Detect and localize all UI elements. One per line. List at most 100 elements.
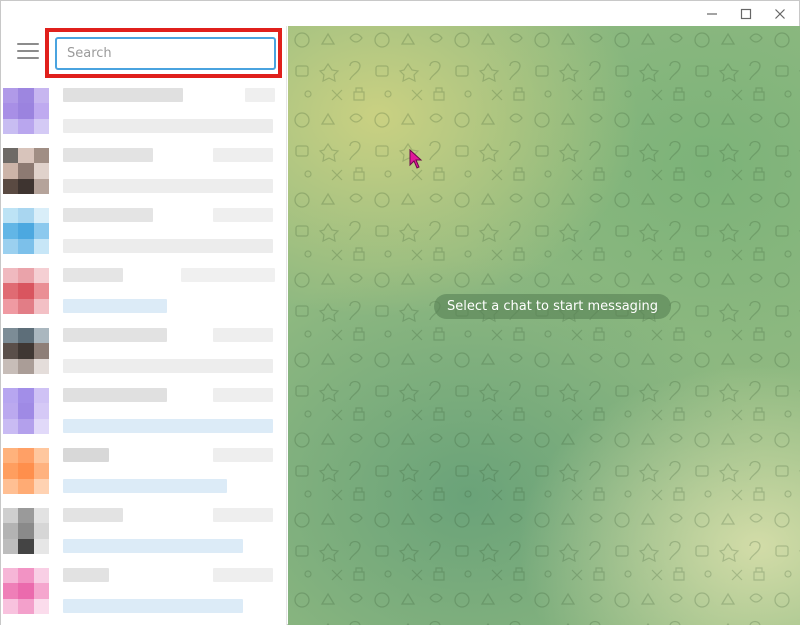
- avatar-pixel: [18, 148, 34, 164]
- redacted-text: [63, 239, 273, 253]
- avatar-pixel: [33, 523, 49, 539]
- avatar-pixel: [18, 538, 34, 554]
- avatar-pixel: [33, 223, 49, 239]
- avatar-pixel: [18, 448, 34, 464]
- avatar-pixel: [18, 103, 34, 119]
- avatar-pixel: [3, 238, 19, 254]
- redacted-text: [63, 208, 153, 222]
- avatar-pixel: [18, 238, 34, 254]
- avatar-pixel: [18, 163, 34, 179]
- redacted-text: [181, 268, 275, 282]
- avatar-pixel: [33, 418, 49, 434]
- avatar-pixel: [18, 118, 34, 134]
- avatar-pixel: [3, 568, 19, 584]
- redacted-text: [63, 448, 109, 462]
- redacted-text: [63, 359, 273, 373]
- avatar-pixel: [18, 568, 34, 584]
- avatar-pixel: [18, 298, 34, 314]
- avatar: [3, 508, 49, 554]
- redacted-text: [63, 299, 167, 313]
- avatar: [3, 328, 49, 374]
- avatar-pixel: [3, 88, 19, 104]
- avatar-pixel: [33, 163, 49, 179]
- avatar-pixel: [33, 403, 49, 419]
- avatar-pixel: [3, 418, 19, 434]
- avatar-pixel: [3, 478, 19, 494]
- avatar-pixel: [33, 598, 49, 614]
- avatar: [3, 208, 49, 254]
- minimize-button[interactable]: [695, 1, 729, 26]
- chat-list-item[interactable]: [1, 266, 286, 326]
- chat-list-item[interactable]: [1, 566, 286, 625]
- avatar-pixel: [33, 208, 49, 224]
- chat-area: Select a chat to start messaging: [288, 26, 800, 625]
- redacted-text: [63, 388, 167, 402]
- maximize-icon: [740, 8, 752, 19]
- redacted-text: [63, 599, 243, 613]
- avatar-pixel: [33, 463, 49, 479]
- chat-list-item[interactable]: [1, 206, 286, 266]
- avatar-pixel: [18, 583, 34, 599]
- redacted-text: [63, 508, 123, 522]
- chat-list-item[interactable]: [1, 326, 286, 386]
- doodle-pattern-background: [288, 26, 800, 625]
- redacted-text: [63, 539, 243, 553]
- avatar-pixel: [33, 508, 49, 524]
- chat-list-item[interactable]: [1, 146, 286, 206]
- chat-list: [1, 86, 286, 625]
- redacted-text: [63, 148, 153, 162]
- avatar-pixel: [18, 283, 34, 299]
- avatar-pixel: [33, 178, 49, 194]
- redacted-text: [213, 508, 273, 522]
- menu-line: [17, 43, 39, 45]
- avatar-pixel: [3, 223, 19, 239]
- avatar-pixel: [3, 343, 19, 359]
- avatar-pixel: [18, 208, 34, 224]
- avatar-pixel: [18, 358, 34, 374]
- chat-sidebar: [1, 26, 287, 625]
- redacted-text: [213, 448, 273, 462]
- avatar-pixel: [18, 328, 34, 344]
- avatar: [3, 148, 49, 194]
- avatar-pixel: [18, 223, 34, 239]
- avatar-pixel: [3, 598, 19, 614]
- redacted-text: [63, 479, 227, 493]
- chat-list-item[interactable]: [1, 386, 286, 446]
- search-input[interactable]: [55, 37, 276, 70]
- chat-list-item[interactable]: [1, 506, 286, 566]
- avatar-pixel: [33, 88, 49, 104]
- maximize-button[interactable]: [729, 1, 763, 26]
- avatar-pixel: [3, 178, 19, 194]
- menu-line: [17, 57, 39, 59]
- avatar: [3, 268, 49, 314]
- avatar-pixel: [18, 388, 34, 404]
- redacted-text: [213, 208, 273, 222]
- redacted-text: [63, 568, 109, 582]
- avatar-pixel: [3, 148, 19, 164]
- chat-list-item[interactable]: [1, 446, 286, 506]
- redacted-text: [63, 328, 167, 342]
- avatar-pixel: [3, 538, 19, 554]
- avatar-pixel: [18, 403, 34, 419]
- avatar-pixel: [3, 463, 19, 479]
- redacted-text: [213, 568, 273, 582]
- hamburger-menu-icon[interactable]: [17, 43, 39, 59]
- avatar-pixel: [3, 358, 19, 374]
- avatar: [3, 568, 49, 614]
- avatar-pixel: [3, 298, 19, 314]
- close-button[interactable]: [763, 1, 797, 26]
- avatar-pixel: [3, 118, 19, 134]
- avatar-pixel: [18, 88, 34, 104]
- avatar-pixel: [3, 103, 19, 119]
- redacted-text: [63, 88, 183, 102]
- avatar-pixel: [18, 178, 34, 194]
- avatar-pixel: [3, 508, 19, 524]
- avatar-pixel: [33, 103, 49, 119]
- avatar-pixel: [3, 268, 19, 284]
- avatar: [3, 88, 49, 134]
- avatar-pixel: [3, 208, 19, 224]
- avatar-pixel: [18, 343, 34, 359]
- avatar-pixel: [3, 328, 19, 344]
- empty-state-message: Select a chat to start messaging: [434, 294, 672, 319]
- chat-list-item[interactable]: [1, 86, 286, 146]
